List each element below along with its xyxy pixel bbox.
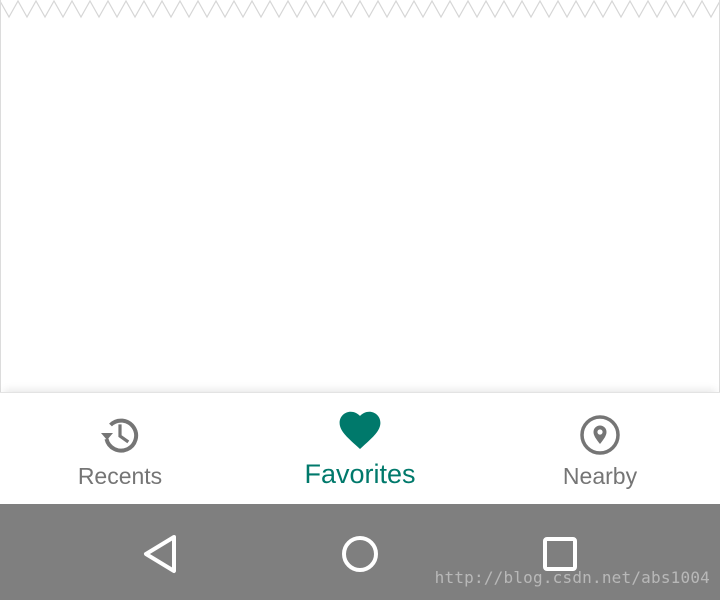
location-pin-icon [576, 411, 624, 459]
nav-label-favorites: Favorites [304, 459, 416, 489]
nav-label-nearby: Nearby [562, 463, 638, 489]
heart-icon [336, 407, 384, 455]
history-icon [96, 411, 144, 459]
bottom-navigation: Recents Favorites Nearby [0, 392, 720, 505]
home-icon[interactable] [336, 530, 384, 578]
nav-item-recents[interactable]: Recents [0, 393, 240, 505]
content-area [0, 0, 720, 392]
back-icon[interactable] [136, 530, 184, 578]
nav-label-recents: Recents [77, 463, 163, 489]
nav-item-favorites[interactable]: Favorites [240, 393, 480, 505]
system-navigation-bar: http://blog.csdn.net/abs1004 [0, 504, 720, 600]
phone-screen: Recents Favorites Nearby http://blog.csd… [0, 0, 720, 600]
nav-item-nearby[interactable]: Nearby [480, 393, 720, 505]
watermark-text: http://blog.csdn.net/abs1004 [434, 568, 710, 587]
